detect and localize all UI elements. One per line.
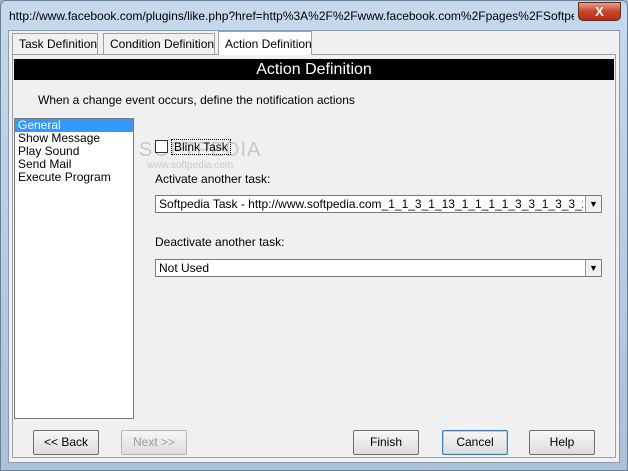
dialog-client: Task Definition Condition Definition Act… [8, 30, 620, 463]
deactivate-task-value: Not Used [159, 261, 210, 275]
close-icon: X [595, 4, 604, 19]
tab-action-definition[interactable]: Action Definition [218, 31, 312, 55]
activate-task-value: Softpedia Task - http://www.softpedia.co… [159, 197, 583, 211]
activate-task-select[interactable]: Softpedia Task - http://www.softpedia.co… [155, 195, 602, 213]
page-title: Action Definition [14, 59, 614, 80]
blink-task-label[interactable]: Blink Task [171, 139, 231, 155]
window-title: http://www.facebook.com/plugins/like.php… [9, 9, 574, 23]
deactivate-task-label: Deactivate another task: [155, 235, 285, 249]
back-button[interactable]: << Back [33, 430, 99, 455]
deactivate-task-select[interactable]: Not Used ▼ [155, 259, 602, 277]
finish-button[interactable]: Finish [353, 430, 419, 455]
tab-condition-definition[interactable]: Condition Definition [103, 33, 215, 54]
next-button[interactable]: Next >> [121, 430, 187, 455]
title-bar[interactable]: http://www.facebook.com/plugins/like.php… [1, 1, 627, 30]
help-button[interactable]: Help [529, 430, 595, 455]
action-type-list[interactable]: General Show Message Play Sound Send Mai… [14, 118, 134, 419]
close-button[interactable]: X [578, 2, 621, 21]
chevron-down-icon[interactable]: ▼ [585, 260, 601, 276]
watermark-subtext: www.softpedia.com [147, 160, 234, 171]
tab-panel: Action Definition When a change event oc… [12, 54, 616, 458]
tab-task-definition[interactable]: Task Definition [12, 33, 98, 54]
instruction-text: When a change event occurs, define the n… [38, 93, 355, 107]
app-window: http://www.facebook.com/plugins/like.php… [0, 0, 628, 471]
activate-task-label: Activate another task: [155, 172, 271, 186]
list-item-execute-program[interactable]: Execute Program [15, 171, 133, 184]
chevron-down-icon[interactable]: ▼ [585, 196, 601, 212]
cancel-button[interactable]: Cancel [442, 430, 508, 455]
blink-task-checkbox[interactable] [155, 140, 168, 153]
